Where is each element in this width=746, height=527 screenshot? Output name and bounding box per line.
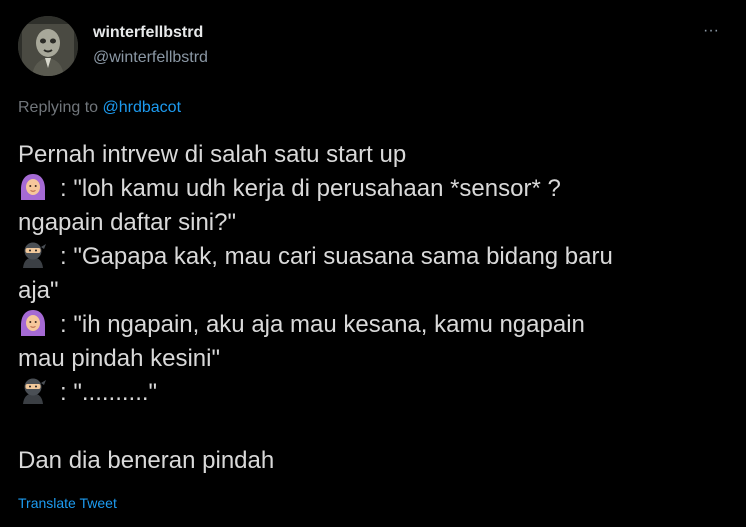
tweet-line-text: : "Gapapa kak, mau cari suasana sama bid… [60,243,613,270]
tweet-line: Pernah intrvew di salah satu start up [18,141,407,168]
tweet-line-text: : ".........." [60,379,158,406]
more-options-button[interactable]: ··· [703,22,719,40]
woman-with-headscarf-emoji [18,173,48,201]
replying-to-prefix: Replying to [18,99,99,116]
more-horizontal-icon: ··· [703,22,719,39]
tweet-line-text: : "ih ngapain, aku aja mau kesana, kamu … [60,311,585,338]
mention-link[interactable]: @hrdbacot [103,99,182,116]
tweet-line: aja" [18,277,59,304]
tweet-line: : "ih ngapain, aku aja mau kesana, kamu … [18,308,738,342]
tweet-line: : "loh kamu udh kerja di perusahaan *sen… [18,172,738,206]
replying-to: Replying to @hrdbacot [18,99,181,117]
tweet-text: Pernah intrvew di salah satu start up : … [18,138,738,478]
ninja-emoji [18,377,48,405]
tweet-line: mau pindah kesini" [18,345,220,372]
tweet-line: : "Gapapa kak, mau cari suasana sama bid… [18,240,738,274]
tweet-line: : ".........." [18,376,738,410]
tweet-line: Dan dia beneran pindah [18,447,275,474]
tweet-line-text: : "loh kamu udh kerja di perusahaan *sen… [60,175,561,202]
translate-tweet-link[interactable]: Translate Tweet [18,495,117,511]
tweet-line: ngapain daftar sini?" [18,209,237,236]
display-name[interactable]: winterfellbstrd [93,24,203,42]
ninja-emoji [18,241,48,269]
tweet: winterfellbstrd @winterfellbstrd ··· Rep… [0,0,746,527]
user-handle[interactable]: @winterfellbstrd [93,49,208,67]
avatar[interactable] [18,16,78,76]
woman-with-headscarf-emoji [18,309,48,337]
